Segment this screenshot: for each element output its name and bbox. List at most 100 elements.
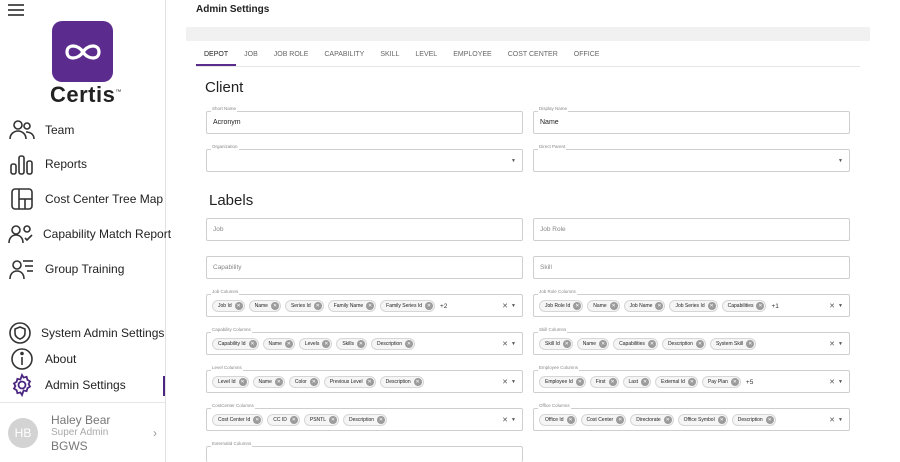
nav-item-system-admin-settings[interactable]: System Admin Settings [8,319,164,347]
nav-item-reports[interactable]: Reports [8,150,164,178]
remove-chip-icon[interactable]: ✕ [289,416,298,424]
clear-icon[interactable]: ✕ [502,302,508,310]
clear-icon[interactable]: ✕ [829,416,835,424]
remove-chip-icon[interactable]: ✕ [309,378,318,386]
remove-chip-icon[interactable]: ✕ [322,340,331,348]
job-role-columns-select[interactable]: Job Role Columns Job Role Id ✕ Name ✕ Job … [533,289,850,317]
level-columns-select[interactable]: Level Columns Level Id ✕ Name ✕ Color ✕ Pre… [206,365,523,393]
remove-chip-icon[interactable]: ✕ [562,340,571,348]
skill-columns-select[interactable]: Skill Columns Skill Id ✕ Name ✕ Capabiliti… [533,327,850,355]
tab-depot[interactable]: DEPOT [196,48,237,66]
remove-chip-icon[interactable]: ✕ [655,302,664,310]
nav-item-team[interactable]: Team [8,116,164,144]
remove-chip-icon[interactable]: ✕ [573,302,582,310]
job-role-label-input[interactable]: Job Role [533,218,850,241]
remove-chip-icon[interactable]: ✕ [695,340,704,348]
dropdown-arrow-icon[interactable]: ▼ [838,379,843,385]
clear-icon[interactable]: ✕ [502,340,508,348]
dropdown-arrow-icon[interactable]: ▼ [511,158,516,164]
dropdown-arrow-icon[interactable]: ▼ [511,341,516,347]
clear-icon[interactable]: ✕ [502,416,508,424]
remove-chip-icon[interactable]: ✕ [405,340,413,348]
tab-capability[interactable]: CAPABILITY [316,48,372,66]
remove-chip-icon[interactable]: ✕ [413,378,422,386]
dropdown-arrow-icon[interactable]: ▼ [838,303,843,309]
remove-chip-icon[interactable]: ✕ [274,378,283,386]
remove-chip-icon[interactable]: ✕ [609,302,618,310]
remove-chip-icon[interactable]: ✕ [284,340,293,348]
chip: Last ✕ [622,376,651,388]
clear-icon[interactable]: ✕ [829,340,835,348]
remove-chip-icon[interactable]: ✕ [663,416,672,424]
dropdown-arrow-icon[interactable]: ▼ [838,158,843,164]
remove-chip-icon[interactable]: ✕ [765,416,774,424]
tab-skill[interactable]: SKILL [372,48,407,66]
menu-icon[interactable] [8,4,24,16]
remove-chip-icon[interactable]: ✕ [253,416,262,424]
clear-icon[interactable]: ✕ [829,302,835,310]
remove-chip-icon[interactable]: ✕ [717,416,726,424]
direct-parent-select[interactable]: Direct Parent ▼ [533,144,850,172]
clear-icon[interactable]: ✕ [829,378,835,386]
display-name-field[interactable]: Display Name Name [533,106,850,134]
clear-icon[interactable]: ✕ [502,378,508,386]
job-columns-select[interactable]: Job Columns Job Id ✕ Name ✕ Series Id ✕ Fam… [206,289,523,317]
remove-chip-icon[interactable]: ✕ [647,340,656,348]
tab-office[interactable]: OFFICE [566,48,608,66]
dropdown-arrow-icon[interactable]: ▼ [511,417,516,423]
remove-chip-icon[interactable]: ✕ [329,416,337,424]
capability-columns-select[interactable]: Capability Columns Capability Id ✕ Name ✕ … [206,327,523,355]
remove-chip-icon[interactable]: ✕ [756,302,765,310]
chip: Pay Plan ✕ [701,376,741,388]
chip: Level Id ✕ [212,376,249,388]
tab-level[interactable]: LEVEL [407,48,445,66]
office-columns-select[interactable]: Office Columns Office Id ✕ Cost Center ✕ D… [533,403,850,431]
nav-item-capability-match-report[interactable]: Capability Match Report [8,220,171,248]
remove-chip-icon[interactable]: ✕ [616,416,625,424]
nav-item-group-training[interactable]: Group Training [8,255,164,283]
remove-chip-icon[interactable]: ✕ [365,378,374,386]
remove-chip-icon[interactable]: ✕ [566,416,575,424]
costcenter-columns-select[interactable]: CostCenter Columns Cost Center Id ✕ CC ID… [206,403,523,431]
externalid-columns-select[interactable]: ExternalId Columns [206,441,523,462]
tab-job-role[interactable]: JOB ROLE [266,48,317,66]
remove-chip-icon[interactable]: ✕ [234,302,243,310]
remove-chip-icon[interactable]: ✕ [270,302,279,310]
nav-item-admin-settings[interactable]: Admin Settings [8,371,164,399]
short-name-field[interactable]: Short Name Acronym [206,106,523,134]
remove-chip-icon[interactable]: ✕ [575,378,584,386]
job-label-input[interactable]: Job [206,218,523,241]
remove-chip-icon[interactable]: ✕ [687,378,696,386]
remove-chip-icon[interactable]: ✕ [608,378,617,386]
tree-map-icon [8,185,36,213]
avatar[interactable]: HB [8,418,38,448]
skill-label-input[interactable]: Skill [533,256,850,279]
dropdown-arrow-icon[interactable]: ▼ [838,341,843,347]
capability-label-input[interactable]: Capability [206,256,523,279]
chip: Job Id ✕ [212,300,245,312]
employee-columns-select[interactable]: Employee Columns Employee Id ✕ First ✕ Las… [533,365,850,393]
remove-chip-icon[interactable]: ✕ [238,378,247,386]
tab-cost-center[interactable]: COST CENTER [500,48,566,66]
user-name: Haley Bear [51,413,111,427]
organization-select[interactable]: Organization ▼ [206,144,523,172]
remove-chip-icon[interactable]: ✕ [377,416,386,424]
remove-chip-icon[interactable]: ✕ [746,340,755,348]
nav-item-cost-center-tree-map[interactable]: Cost Center Tree Map [8,185,164,213]
remove-chip-icon[interactable]: ✕ [640,378,649,386]
dropdown-arrow-icon[interactable]: ▼ [511,379,516,385]
remove-chip-icon[interactable]: ✕ [599,340,608,348]
chevron-right-icon[interactable]: › [153,426,157,440]
remove-chip-icon[interactable]: ✕ [425,302,433,310]
dropdown-arrow-icon[interactable]: ▼ [838,417,843,423]
remove-chip-icon[interactable]: ✕ [730,378,739,386]
dropdown-arrow-icon[interactable]: ▼ [511,303,516,309]
remove-chip-icon[interactable]: ✕ [366,302,375,310]
tab-employee[interactable]: EMPLOYEE [445,48,500,66]
tab-job[interactable]: JOB [236,48,266,66]
remove-chip-icon[interactable]: ✕ [313,302,322,310]
remove-chip-icon[interactable]: ✕ [707,302,716,310]
nav-item-about[interactable]: About [8,345,164,373]
remove-chip-icon[interactable]: ✕ [356,340,365,348]
remove-chip-icon[interactable]: ✕ [248,340,257,348]
